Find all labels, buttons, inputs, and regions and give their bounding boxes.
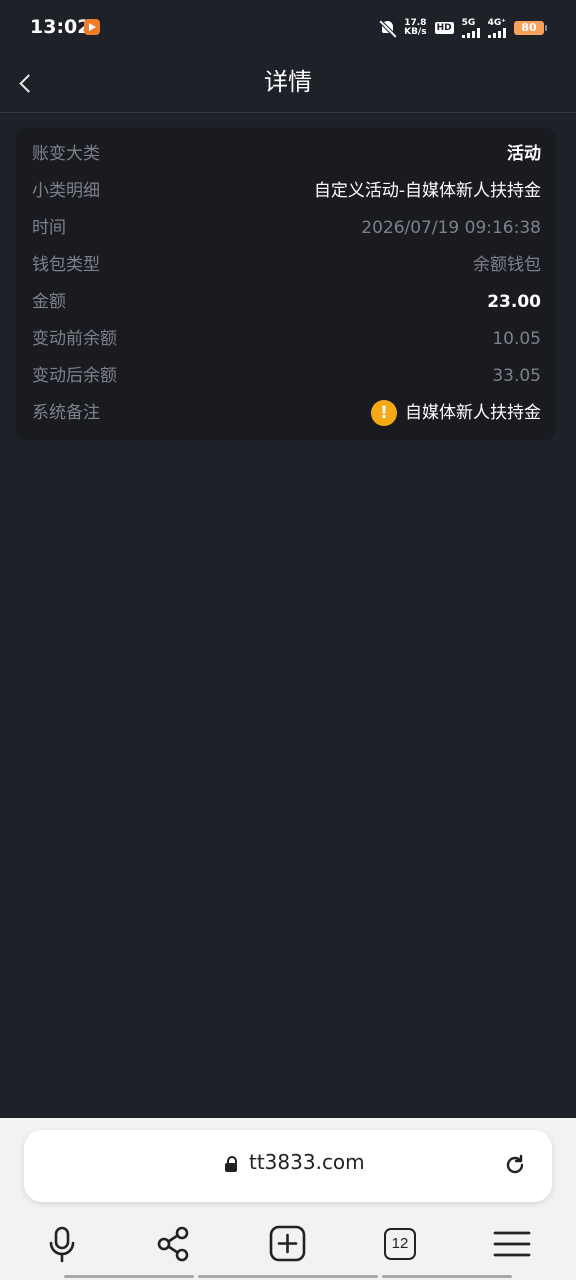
row-value: 自定义活动-自媒体新人扶持金 bbox=[313, 181, 541, 201]
signal-1-label: 5G bbox=[461, 17, 476, 28]
url-text[interactable]: tt3833.com bbox=[249, 1150, 365, 1174]
home-indicator bbox=[198, 1275, 378, 1278]
warning-icon: ! bbox=[371, 400, 397, 426]
status-time: 13:02 bbox=[30, 16, 91, 38]
battery-icon: 80 bbox=[514, 21, 547, 35]
menu-icon[interactable] bbox=[492, 1224, 532, 1264]
detail-row-balance-before: 变动前余额 10.05 bbox=[16, 326, 556, 363]
row-value: 33.05 bbox=[492, 366, 541, 386]
microphone-icon[interactable] bbox=[42, 1224, 82, 1264]
signal-2-label: 4G⁺ bbox=[487, 17, 506, 28]
status-indicators: 17.8 KB/s HD 5G 4G⁺ 80 bbox=[380, 16, 547, 40]
address-bar[interactable]: tt3833.com bbox=[24, 1130, 552, 1202]
row-label: 变动前余额 bbox=[32, 329, 117, 349]
row-value: 23.00 bbox=[487, 292, 541, 312]
mute-icon bbox=[380, 20, 396, 36]
share-icon[interactable] bbox=[154, 1224, 194, 1264]
detail-row-time: 时间 2026/07/19 09:16:38 bbox=[16, 215, 556, 252]
page-title: 详情 bbox=[264, 68, 312, 96]
app-notification-icon bbox=[84, 19, 100, 35]
row-label: 小类明细 bbox=[32, 181, 100, 201]
row-label: 账变大类 bbox=[32, 144, 100, 164]
row-label: 时间 bbox=[32, 218, 66, 238]
row-label: 系统备注 bbox=[32, 403, 100, 423]
signal-2: 4G⁺ bbox=[487, 17, 506, 38]
browser-bar: tt3833.com 12 bbox=[0, 1118, 576, 1280]
new-tab-icon[interactable] bbox=[268, 1224, 308, 1264]
network-speed-unit: KB/s bbox=[404, 27, 427, 37]
row-label: 钱包类型 bbox=[32, 255, 100, 275]
row-value: ! 自媒体新人扶持金 bbox=[371, 400, 541, 426]
tabs-icon[interactable]: 12 bbox=[380, 1224, 420, 1264]
signal-bars-icon bbox=[487, 27, 506, 38]
hd-badge: HD bbox=[434, 22, 454, 34]
reload-icon[interactable] bbox=[503, 1153, 527, 1177]
detail-row-amount: 金额 23.00 bbox=[16, 289, 556, 326]
detail-card: 账变大类 活动 小类明细 自定义活动-自媒体新人扶持金 时间 2026/07/1… bbox=[16, 128, 556, 440]
row-label: 金额 bbox=[32, 292, 66, 312]
lock-icon bbox=[225, 1156, 237, 1172]
row-value: 10.05 bbox=[492, 329, 541, 349]
app-bar: 详情 bbox=[0, 56, 576, 113]
row-label: 变动后余额 bbox=[32, 366, 117, 386]
network-speed: 17.8 KB/s bbox=[404, 19, 426, 37]
row-value: 余额钱包 bbox=[473, 255, 541, 275]
tab-count: 12 bbox=[384, 1228, 416, 1260]
home-indicator bbox=[382, 1275, 512, 1278]
system-note-text: 自媒体新人扶持金 bbox=[405, 403, 541, 423]
detail-row-category: 账变大类 活动 bbox=[16, 141, 556, 178]
status-bar: 13:02 17.8 KB/s HD 5G 4G⁺ 80 bbox=[0, 0, 576, 56]
detail-row-subcategory: 小类明细 自定义活动-自媒体新人扶持金 bbox=[16, 178, 556, 215]
row-value: 2026/07/19 09:16:38 bbox=[361, 218, 541, 238]
detail-row-balance-after: 变动后余额 33.05 bbox=[16, 363, 556, 400]
detail-row-wallet-type: 钱包类型 余额钱包 bbox=[16, 252, 556, 289]
row-value: 活动 bbox=[507, 144, 541, 164]
signal-1: 5G bbox=[461, 17, 480, 38]
browser-toolbar: 12 bbox=[0, 1218, 576, 1274]
detail-row-system-note: 系统备注 ! 自媒体新人扶持金 bbox=[16, 400, 556, 437]
home-indicator bbox=[64, 1275, 194, 1278]
signal-bars-icon bbox=[461, 27, 480, 38]
